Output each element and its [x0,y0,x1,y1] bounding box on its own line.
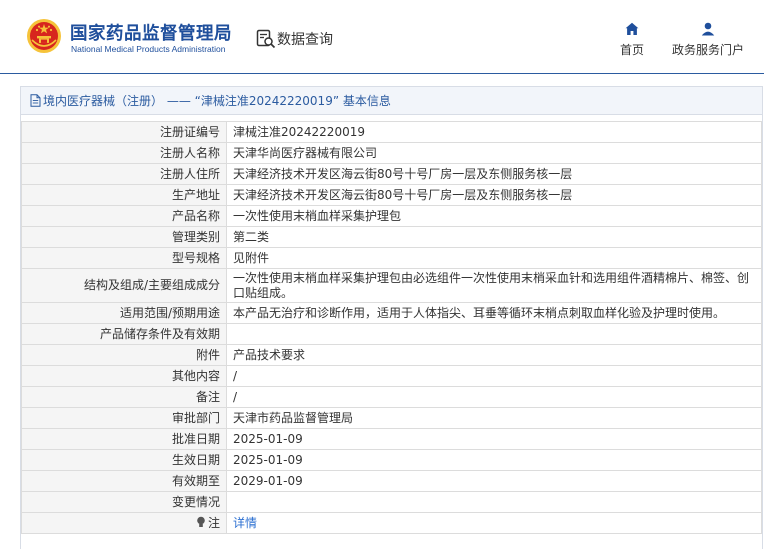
field-value: 第二类 [226,226,762,248]
field-label: 附件 [21,344,227,366]
field-value [226,323,762,345]
table-row: 附件 产品技术要求 [21,344,762,366]
table-row: 审批部门 天津市药品监督管理局 [21,407,762,429]
nav-service-portal-label: 政务服务门户 [671,43,744,57]
field-value: 天津市药品监督管理局 [226,407,762,429]
field-value: / [226,365,762,387]
field-value: 见附件 [226,247,762,269]
agency-name: 国家药品监督管理局 [70,24,232,44]
info-table: 注册证编号 津械注准20242220019 注册人名称 天津华尚医疗器械有限公司 注册人… [21,121,762,534]
detail-title-bar: 境内医疗器械（注册） —— “津械注准20242220019” 基本信息 [21,87,762,115]
data-query-title: 数据查询 [277,32,333,48]
field-label: 审批部门 [21,407,227,429]
table-row: 管理类别 第二类 [21,226,762,248]
field-value: 2029-01-09 [226,470,762,492]
national-emblem-icon [27,19,61,53]
field-value: 一次性使用末梢血样采集护理包 [226,205,762,227]
note-value-cell: 详情 [226,512,762,534]
table-row: 生效日期 2025-01-09 [21,449,762,471]
data-query-icon [256,29,276,49]
field-label: 管理类别 [21,226,227,248]
note-row: 注详情 [21,512,762,534]
field-label: 有效期至 [21,470,227,492]
field-label: 产品名称 [21,205,227,227]
table-row: 注册人住所 天津经济技术开发区海云街80号十号厂房一层及东侧服务核一层 [21,163,762,185]
field-label: 备注 [21,386,227,408]
table-row: 产品名称 一次性使用末梢血样采集护理包 [21,205,762,227]
field-value: 一次性使用末梢血样采集护理包由必选组件一次性使用末梢采血针和选用组件酒精棉片、棉… [226,268,762,303]
field-label: 适用范围/预期用途 [21,302,227,324]
table-row: 产品储存条件及有效期 [21,323,762,345]
home-icon [625,22,639,35]
note-label-cell: 注 [21,512,227,534]
field-label: 其他内容 [21,365,227,387]
field-value: 天津华尚医疗器械有限公司 [226,142,762,164]
nav-home[interactable]: 首页 [612,22,652,58]
field-label: 变更情况 [21,491,227,513]
user-icon [701,22,715,36]
field-label: 生产地址 [21,184,227,206]
document-icon [30,94,41,107]
site-header: 国家药品监督管理局 National Medical Products Admi… [0,0,764,74]
field-label: 生效日期 [21,449,227,471]
nav-home-label: 首页 [619,43,644,57]
table-row: 生产地址 天津经济技术开发区海云街80号十号厂房一层及东侧服务核一层 [21,184,762,206]
field-value: 2025-01-09 [226,428,762,450]
field-value: 2025-01-09 [226,449,762,471]
table-row: 有效期至 2029-01-09 [21,470,762,492]
table-row: 其他内容 / [21,365,762,387]
field-label: 型号规格 [21,247,227,269]
field-label: 注册证编号 [21,121,227,143]
table-row: 结构及组成/主要组成成分 一次性使用末梢血样采集护理包由必选组件一次性使用末梢采血… [21,268,762,303]
field-label: 结构及组成/主要组成成分 [21,268,227,303]
table-row: 注册人名称 天津华尚医疗器械有限公司 [21,142,762,164]
field-value: 天津经济技术开发区海云街80号十号厂房一层及东侧服务核一层 [226,184,762,206]
field-label: 注册人住所 [21,163,227,185]
agency-name-english: National Medical Products Administration [71,44,226,54]
field-value: 津械注准20242220019 [226,121,762,143]
details-link[interactable]: 详情 [233,516,257,530]
table-row: 批准日期 2025-01-09 [21,428,762,450]
detail-title: 境内医疗器械（注册） —— “津械注准20242220019” 基本信息 [43,94,391,108]
note-label: 注 [207,515,220,530]
table-row: 适用范围/预期用途 本产品无治疗和诊断作用，适用于人体指尖、耳垂等循环末梢点刺取血… [21,302,762,324]
field-value: 本产品无治疗和诊断作用，适用于人体指尖、耳垂等循环末梢点刺取血样化验及护理时使用… [226,302,762,324]
field-value: 天津经济技术开发区海云街80号十号厂房一层及东侧服务核一层 [226,163,762,185]
table-row: 注册证编号 津械注准20242220019 [21,121,762,143]
field-label: 产品储存条件及有效期 [21,323,227,345]
table-row: 型号规格 见附件 [21,247,762,269]
nav-service-portal[interactable]: 政务服务门户 [666,22,750,58]
table-row: 变更情况 [21,491,762,513]
field-value: / [226,386,762,408]
field-value [226,491,762,513]
field-label: 批准日期 [21,428,227,450]
lightbulb-icon [197,516,205,527]
detail-panel: 境内医疗器械（注册） —— “津械注准20242220019” 基本信息 注册证… [20,86,763,549]
field-label: 注册人名称 [21,142,227,164]
table-row: 备注 / [21,386,762,408]
field-value: 产品技术要求 [226,344,762,366]
